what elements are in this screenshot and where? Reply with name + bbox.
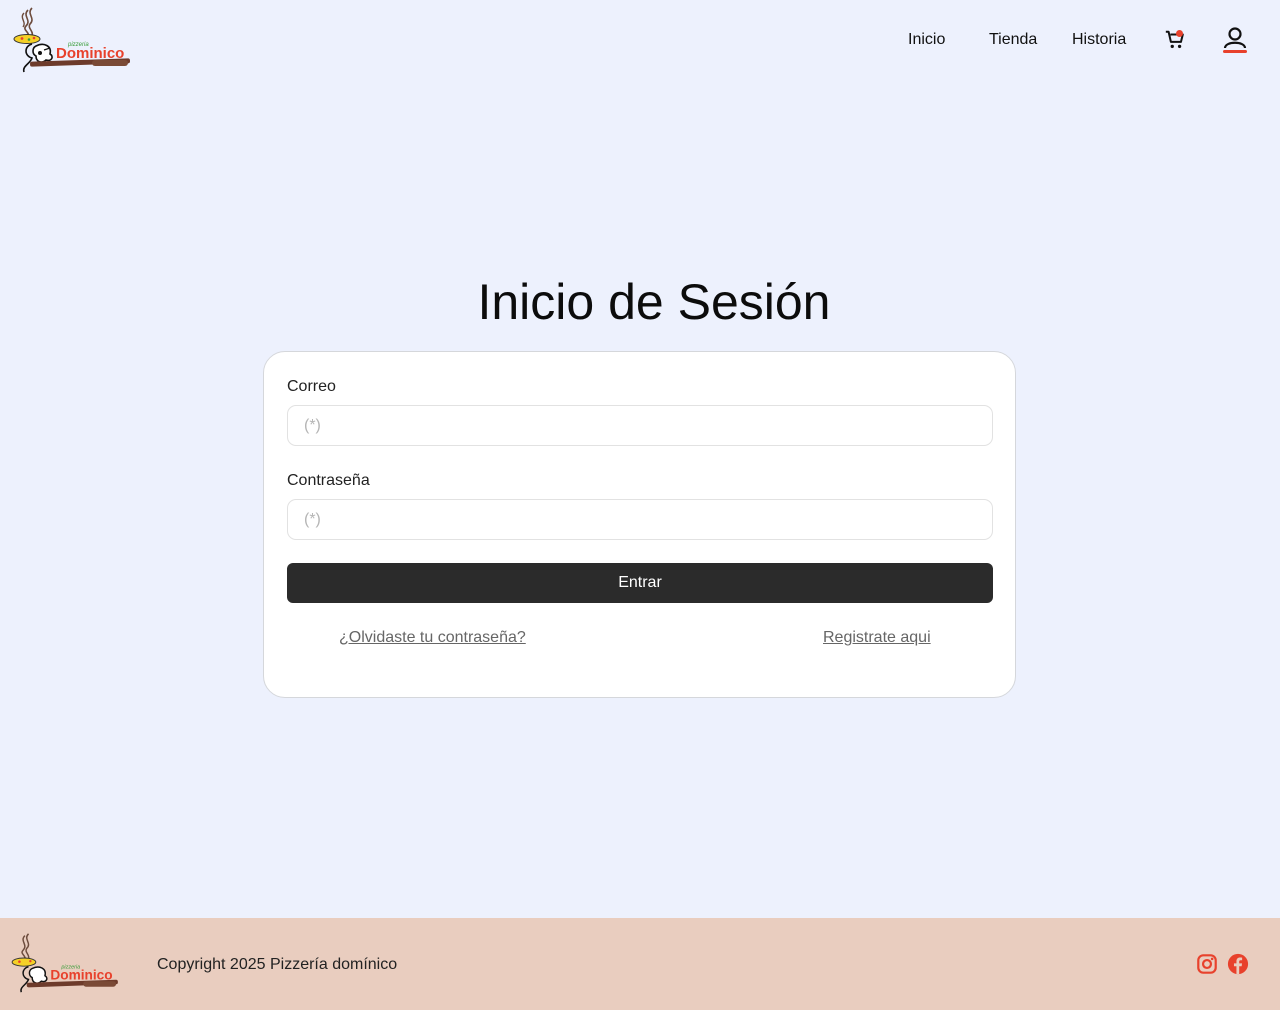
copyright-text: Copyright 2025 Pizzería domínico xyxy=(157,956,398,973)
password-field[interactable] xyxy=(287,499,993,540)
page-title: Inicio de Sesión xyxy=(477,274,831,330)
password-label: Contraseña xyxy=(287,472,370,489)
nav-tienda[interactable]: Tienda xyxy=(989,30,1037,50)
nav-historia[interactable]: Historia xyxy=(1072,30,1126,50)
svg-text:Dominico: Dominico xyxy=(56,45,124,62)
svg-text:Dominico: Dominico xyxy=(50,967,112,982)
cart-badge xyxy=(1176,30,1183,37)
email-label: Correo xyxy=(287,378,336,395)
login-card: Correo Contraseña Entrar ¿Olvidaste tu c… xyxy=(263,351,1016,698)
instagram-icon[interactable] xyxy=(1196,953,1218,975)
footer: pizzeria Dominico Copyright 2025 Pizzerí… xyxy=(0,918,1280,1010)
forgot-password-link[interactable]: ¿Olvidaste tu contraseña? xyxy=(339,628,526,648)
brand-logo[interactable]: pizzeria Dominico xyxy=(10,6,134,74)
register-link[interactable]: Registrate aqui xyxy=(823,628,931,648)
login-button[interactable]: Entrar xyxy=(287,563,993,603)
facebook-icon[interactable] xyxy=(1227,953,1249,975)
user-icon[interactable] xyxy=(1222,26,1248,54)
nav-inicio[interactable]: Inicio xyxy=(908,30,945,50)
email-field[interactable] xyxy=(287,405,993,446)
footer-logo: pizzeria Dominico xyxy=(11,933,118,993)
header: pizzeria Dominico Inicio Tienda Historia xyxy=(0,0,1280,80)
